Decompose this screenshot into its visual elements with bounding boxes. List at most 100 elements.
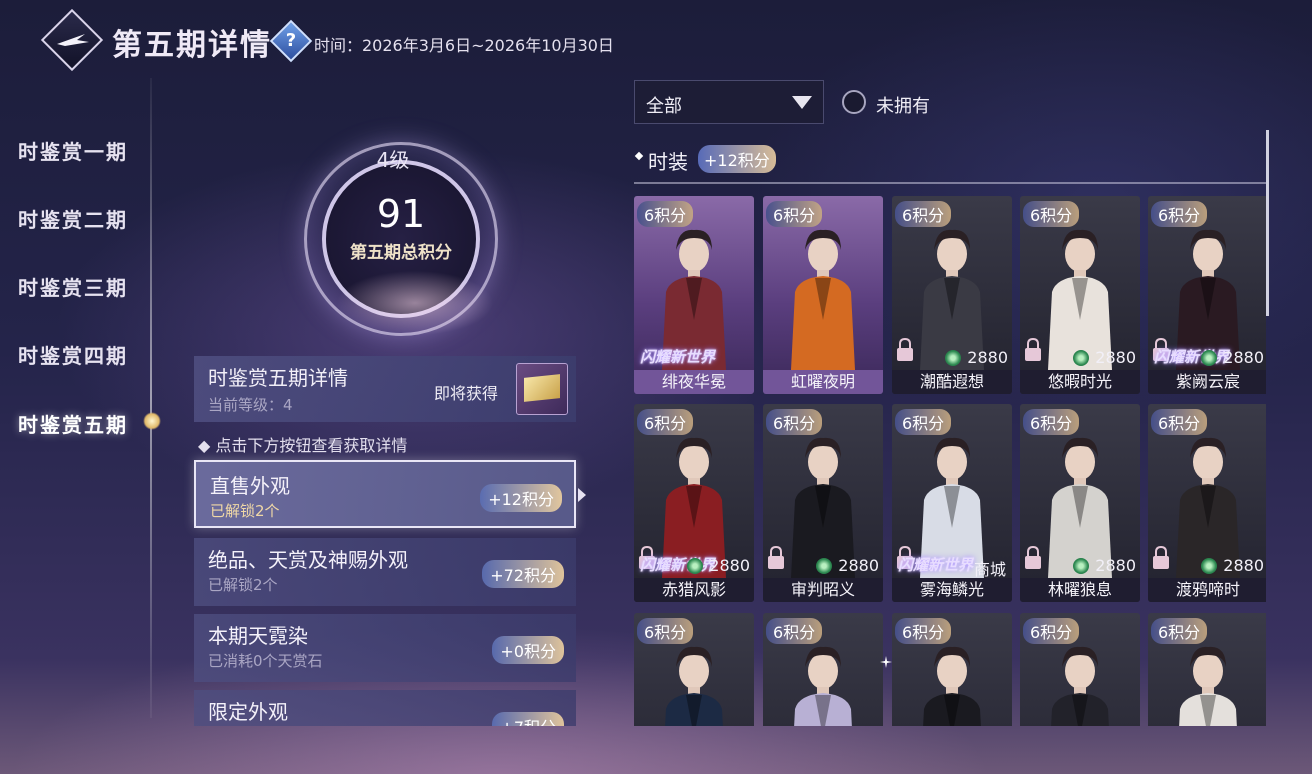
outfit-card[interactable]: 6积分 (1020, 613, 1140, 726)
price-value: 2880 (1095, 348, 1136, 367)
price: 2880 (816, 556, 879, 575)
current-level: 当前等级：4 (208, 396, 293, 414)
points-badge: 6积分 (766, 409, 823, 435)
category-dye[interactable]: 本期天霓染 已消耗0个天赏石 +0积分 (194, 614, 576, 682)
category-sub: 已消耗0个天赏石 (208, 652, 323, 670)
lock-icon (767, 545, 785, 570)
points-badge: 6积分 (637, 618, 694, 644)
points-badge: 6积分 (1151, 201, 1208, 227)
points-badge: 6积分 (637, 409, 694, 435)
ring-glow (330, 268, 500, 338)
outfit-figure-image (910, 637, 994, 726)
price: 2880 (1201, 348, 1264, 367)
total-score: 91 (376, 192, 426, 236)
category-premium[interactable]: 绝品、天赏及神赐外观 已解锁2个 +72积分 (194, 538, 576, 606)
section-badge: +12积分 (698, 145, 776, 173)
category-title: 限定外观 (208, 700, 288, 724)
price-value: 2880 (1095, 556, 1136, 575)
nav-item-period-3[interactable]: 时鉴赏三期 (18, 272, 128, 301)
brand-logo-text: 闪耀新世界 (640, 348, 716, 366)
outfit-card[interactable]: 6积分 2880 悠暇时光 (1020, 196, 1140, 394)
nav-item-period-4[interactable]: 时鉴赏四期 (18, 340, 128, 369)
outfit-card[interactable]: 6积分 2880 潮酷遐想 (892, 196, 1012, 394)
level-text: 4级 (376, 148, 410, 172)
outfit-card[interactable]: 6积分 2880 渡鸦啼时 (1148, 404, 1266, 602)
outfit-figure-image (781, 220, 865, 370)
reward-gold-icon (524, 374, 560, 402)
category-limited[interactable]: 限定外观 +7积分 (194, 690, 576, 726)
sparkle-icon (880, 656, 892, 668)
section-title: 时装 (648, 150, 688, 174)
category-badge: +12积分 (480, 484, 562, 512)
outfit-card[interactable]: 6积分虹曜夜明 (763, 196, 883, 394)
points-badge: 6积分 (1151, 409, 1208, 435)
outfit-figure-image (652, 637, 736, 726)
points-badge: 6积分 (1151, 618, 1208, 644)
nav-item-period-5[interactable]: 时鉴赏五期 (18, 409, 128, 438)
total-score-label: 第五期总积分 (350, 243, 452, 263)
nav-item-period-1[interactable]: 时鉴赏一期 (18, 136, 128, 165)
detail-title: 时鉴赏五期详情 (208, 366, 348, 390)
category-title: 直售外观 (210, 474, 290, 498)
category-direct-sale[interactable]: 直售外观 已解锁2个 +12积分 (194, 460, 576, 528)
outfit-card[interactable]: 6积分 (892, 613, 1012, 726)
source-label: 商城 (973, 560, 1006, 579)
outfit-figure-image (1166, 637, 1250, 726)
points-badge: 6积分 (895, 618, 952, 644)
outfit-name: 绯夜华冕 (634, 370, 754, 394)
outfit-grid: 6积分 闪耀新世界 绯夜华冕 6积分 虹曜夜明 6积分 2880 潮酷遐想 6积分 2880 悠暇时… (634, 196, 1266, 726)
page-title: 第五期详情 (112, 28, 272, 63)
outfit-name: 潮酷遐想 (892, 370, 1012, 394)
price-value: 2880 (709, 556, 750, 575)
lock-icon (1152, 545, 1170, 570)
price-value: 2880 (967, 348, 1008, 367)
lock-icon (896, 337, 914, 362)
category-badge: +7积分 (492, 712, 564, 726)
outfit-figure-image (1038, 637, 1122, 726)
not-owned-radio[interactable] (842, 90, 866, 114)
help-button[interactable]: ? (269, 19, 313, 63)
outfit-name: 渡鸦啼时 (1148, 578, 1266, 602)
outfit-card[interactable]: 6积分 (763, 613, 883, 726)
outfit-name: 赤猎风影 (634, 578, 754, 602)
points-badge: 6积分 (637, 201, 694, 227)
outfit-name: 虹曜夜明 (763, 370, 883, 394)
price: 2880 (1073, 348, 1136, 367)
outfit-card[interactable]: 6积分 (634, 613, 754, 726)
outfit-card[interactable]: 6积分闪耀新世界 2880 紫阙云宸 (1148, 196, 1266, 394)
outfit-card[interactable]: 6积分 2880 林曜狼息 (1020, 404, 1140, 602)
nav-item-period-2[interactable]: 时鉴赏二期 (18, 204, 128, 233)
outfit-card[interactable]: 6积分闪耀新世界 2880 赤猎风影 (634, 404, 754, 602)
period-text: 时间：2026年3月6日~2026年10月30日 (314, 36, 614, 55)
scrollbar[interactable] (1266, 130, 1269, 316)
outfit-name: 雾海鳞光 (892, 578, 1012, 602)
category-sub: 已解锁2个 (208, 576, 278, 594)
active-indicator-icon (143, 412, 161, 430)
outfit-card[interactable]: 6积分 闪耀新世界 商城 雾海鳞光 (892, 404, 1012, 602)
points-badge: 6积分 (895, 409, 952, 435)
question-icon: ? (285, 30, 297, 51)
outfit-name: 紫阙云宸 (1148, 370, 1266, 394)
lock-icon (1024, 337, 1042, 362)
outfit-name: 审判昭义 (763, 578, 883, 602)
points-badge: 6积分 (766, 618, 823, 644)
outfit-figure-image (781, 637, 865, 726)
outfit-card[interactable]: 6积分闪耀新世界绯夜华冕 (634, 196, 754, 394)
logo-wing-icon (57, 34, 89, 46)
points-badge: 6积分 (895, 201, 952, 227)
category-badge: +72积分 (482, 560, 564, 588)
hint-text: ◆ 点击下方按钮查看获取详情 (198, 436, 408, 455)
price: 2880 (1201, 556, 1264, 575)
filter-dropdown-value: 全部 (646, 96, 682, 117)
points-badge: 6积分 (766, 201, 823, 227)
price-value: 2880 (1223, 348, 1264, 367)
price-value: 2880 (838, 556, 879, 575)
brand-logo-text: 闪耀新世界 (1154, 348, 1230, 366)
active-arrow-icon (578, 488, 586, 502)
category-title: 本期天霓染 (208, 624, 308, 648)
brand-logo-text: 闪耀新世界 (640, 556, 716, 574)
not-owned-label[interactable]: 未拥有 (876, 92, 930, 118)
outfit-card[interactable]: 6积分 (1148, 613, 1266, 726)
outfit-card[interactable]: 6积分 2880 审判昭义 (763, 404, 883, 602)
upcoming-label: 即将获得 (434, 384, 499, 403)
